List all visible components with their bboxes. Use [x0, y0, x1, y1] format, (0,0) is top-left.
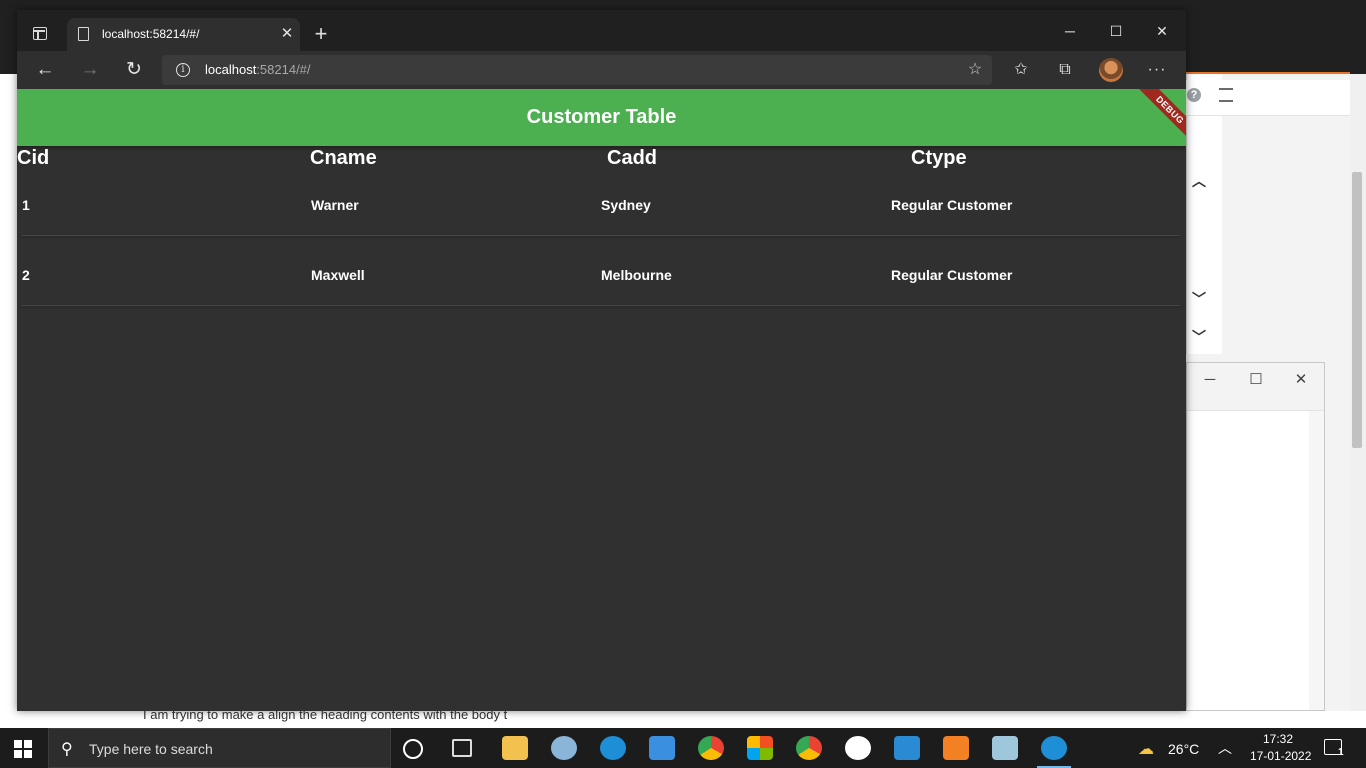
background-help-row [1186, 80, 1366, 116]
column-header-cid: Cid [17, 147, 50, 169]
close-tab-icon[interactable]: ✕ [277, 24, 297, 44]
tab-title: localhost:58214/#/ [102, 27, 200, 41]
page-title: Customer Table [526, 106, 677, 128]
taskbar-search[interactable]: ⚲ Type here to search [48, 728, 391, 768]
tab-actions-icon[interactable] [33, 27, 47, 40]
notepad-icon[interactable] [992, 736, 1018, 760]
cell-cid: 1 [22, 197, 30, 213]
snipping-tool-icon[interactable] [551, 736, 577, 760]
minimize-icon[interactable]: ─ [1199, 369, 1221, 391]
chevron-down-icon[interactable]: ﹀ [1190, 289, 1208, 307]
search-icon: ⚲ [61, 741, 73, 758]
background-scrollbar-thumb[interactable] [1352, 172, 1362, 448]
clock-time[interactable]: 17:32 [1263, 732, 1293, 746]
cell-ctype: Regular Customer [891, 197, 1013, 213]
app-bar: Customer Table [17, 89, 1186, 146]
edge-icon[interactable] [600, 736, 626, 760]
chevron-up-icon[interactable]: ︿ [1218, 738, 1232, 758]
store-icon[interactable] [747, 736, 773, 760]
chevron-down-icon[interactable]: ﹀ [1190, 327, 1208, 345]
close-window-icon[interactable]: ✕ [1150, 20, 1174, 42]
browser-toolbar: ← → ↻ i localhost:58214/#/ ☆ ✩ ⧉ ··· [17, 51, 1186, 89]
more-options-icon[interactable]: ··· [1145, 58, 1169, 82]
minimize-window-icon[interactable]: ─ [1058, 20, 1082, 42]
app-viewport: Customer Table DEBUG Cid Cname Cadd Ctyp… [17, 89, 1186, 711]
refresh-icon[interactable]: ↻ [122, 58, 146, 82]
start-button[interactable] [14, 740, 32, 758]
site-info-icon[interactable]: i [176, 63, 190, 77]
background-side-panel [1186, 74, 1222, 354]
column-header-cadd: Cadd [607, 147, 657, 169]
tab-bar: localhost:58214/#/ ✕ + ─ ☐ ✕ [17, 10, 1186, 51]
list-icon[interactable] [1219, 88, 1233, 102]
dialog-titlebar: ─ ☐ ✕ [1187, 363, 1324, 411]
temperature[interactable]: 26°C [1168, 741, 1199, 757]
row-divider [22, 305, 1180, 306]
close-icon[interactable]: ✕ [1290, 369, 1312, 391]
cell-cname: Warner [311, 197, 359, 213]
chrome-profile-icon[interactable] [796, 736, 822, 760]
column-header-cname: Cname [310, 147, 377, 169]
url-host: localhost [205, 62, 257, 77]
browser-tab[interactable]: localhost:58214/#/ ✕ [67, 18, 300, 51]
collections-icon[interactable]: ⧉ [1053, 58, 1077, 82]
maximize-window-icon[interactable]: ☐ [1104, 20, 1128, 42]
cortana-icon[interactable] [403, 739, 423, 759]
back-icon[interactable]: ← [33, 58, 57, 82]
search-placeholder: Type here to search [89, 741, 213, 757]
cell-cname: Maxwell [311, 267, 365, 283]
forward-icon[interactable]: → [78, 58, 102, 82]
cell-ctype: Regular Customer [891, 267, 1013, 283]
file-explorer-icon[interactable] [502, 736, 528, 760]
notification-count: 1 [1338, 747, 1344, 758]
background-dialog: ─ ☐ ✕ [1186, 362, 1325, 711]
profile-avatar[interactable] [1099, 58, 1123, 82]
maximize-icon[interactable]: ☐ [1245, 369, 1267, 391]
help-icon[interactable]: ? [1187, 88, 1201, 102]
favorites-icon[interactable]: ✩ [1009, 58, 1033, 82]
xampp-icon[interactable] [943, 736, 969, 760]
clock-date[interactable]: 17-01-2022 [1250, 749, 1311, 763]
column-header-ctype: Ctype [911, 147, 967, 169]
edge-active-icon[interactable] [1037, 736, 1071, 768]
cell-cid: 2 [22, 267, 30, 283]
cell-cadd: Sydney [601, 197, 651, 213]
address-bar[interactable]: i localhost:58214/#/ ☆ [162, 55, 992, 85]
add-favorite-icon[interactable]: ☆ [964, 59, 986, 81]
mail-icon[interactable] [649, 736, 675, 760]
taskbar: ⚲ Type here to search ☁ 26°C ︿ 17:32 17-… [0, 728, 1366, 768]
url-path: :58214/#/ [256, 62, 311, 77]
browser-window: localhost:58214/#/ ✕ + ─ ☐ ✕ ← → ↻ i loc… [17, 10, 1186, 711]
cell-cadd: Melbourne [601, 267, 672, 283]
task-view-icon[interactable] [452, 739, 472, 757]
page-icon [78, 27, 89, 41]
dialog-scrollbar[interactable] [1309, 411, 1324, 710]
new-tab-button[interactable]: + [310, 23, 332, 45]
chrome-icon[interactable] [698, 736, 724, 760]
url-text[interactable]: localhost:58214/#/ [205, 62, 311, 77]
row-divider [22, 235, 1180, 236]
weather-icon[interactable]: ☁ [1138, 739, 1154, 759]
chevron-up-icon[interactable]: ︿ [1190, 171, 1208, 189]
vscode-icon[interactable] [894, 736, 920, 760]
app-icon[interactable] [845, 736, 871, 760]
